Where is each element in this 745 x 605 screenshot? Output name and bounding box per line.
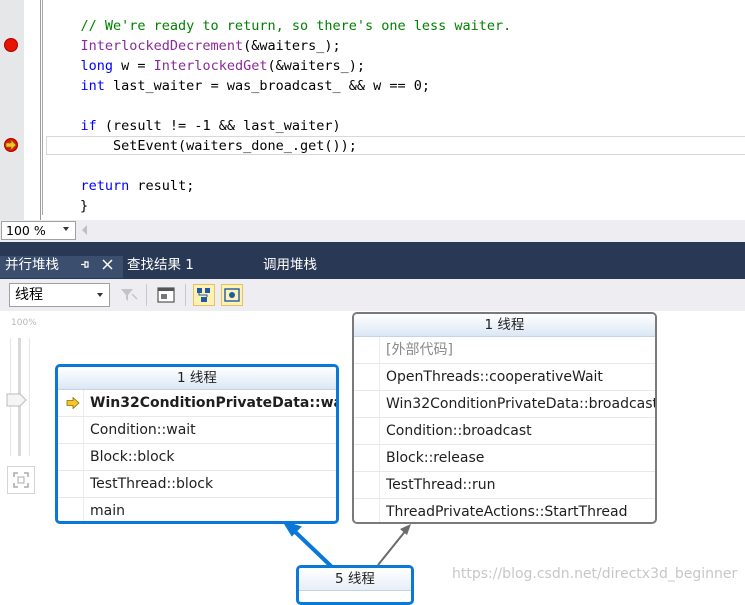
close-icon[interactable] (102, 259, 113, 270)
code-line[interactable]: // We're ready to return, so there's one… (48, 16, 512, 36)
frame-gutter (354, 337, 380, 363)
code-token: int (80, 78, 105, 94)
code-token: } (80, 198, 89, 214)
stack-box-root[interactable]: 5 线程 (296, 565, 414, 605)
stack-frame[interactable]: TestThread::run (354, 472, 655, 499)
code-token: InterlockedDecrement (80, 38, 244, 54)
frame-label: [外部代码] (386, 342, 453, 358)
code-token: (&waiters_); (243, 38, 341, 54)
stack-frame[interactable]: Win32ConditionPrivateData::broadcast (354, 391, 655, 418)
frame-label: Condition::broadcast (386, 423, 532, 439)
frame-label: ThreadPrivateActions::StartThread (386, 504, 628, 520)
frame-gutter (58, 444, 84, 470)
toggle-zoom-control-button[interactable] (221, 284, 243, 306)
frame-label: OpenThreads::cooperativeWait (386, 369, 603, 385)
stack-frame[interactable]: TestThread::block (58, 471, 336, 498)
stack-frame[interactable]: [外部代码] (354, 337, 655, 364)
stack-frame[interactable]: Block::block (58, 444, 336, 471)
stack-header: 1 线程 (354, 314, 655, 337)
stack-frame[interactable]: Block::release (354, 445, 655, 472)
stack-frame[interactable]: main (58, 498, 336, 521)
frame-label: Win32ConditionPrivateData::wait (90, 395, 339, 411)
chevron-down-icon[interactable] (97, 293, 103, 297)
toggle-method-view-icon[interactable] (119, 286, 139, 304)
stack-frame[interactable]: Condition::wait (58, 417, 336, 444)
frame-label: TestThread::block (90, 476, 214, 492)
code-token: InterlockedGet (153, 58, 268, 74)
code-line[interactable]: InterlockedDecrement(&waiters_); (48, 36, 341, 56)
code-token: (result != -1 && last_waiter) (96, 118, 341, 134)
breakpoint-gutter[interactable] (0, 0, 24, 220)
frame-label: Block::release (386, 450, 485, 466)
frame-gutter (354, 445, 380, 471)
code-line[interactable]: int last_waiter = was_broadcast_ && w ==… (48, 76, 431, 96)
stack-frame[interactable]: ThreadPrivateActions::StartThread (354, 499, 655, 522)
code-line[interactable]: return result; (48, 176, 195, 196)
code-token: result; (129, 178, 195, 194)
editor-zoom-bar (0, 220, 745, 242)
code-token: last_waiter = was_broadcast_ && w == 0; (104, 78, 431, 94)
current-frame-arrow-icon (66, 397, 80, 409)
frame-gutter (354, 418, 380, 444)
pin-icon[interactable] (79, 259, 90, 270)
show-external-code-icon[interactable] (156, 285, 176, 305)
tab-find-results[interactable]: 查找结果 1 (127, 256, 194, 274)
parallel-stacks-toolbar (0, 279, 745, 311)
view-mode-select[interactable]: 线程 (9, 283, 110, 307)
instruction-pointer-icon (5, 140, 17, 150)
code-token: if (80, 118, 97, 134)
auto-scroll-button[interactable] (193, 284, 215, 306)
code-token: long (80, 58, 114, 74)
zoom-control-icon (224, 288, 240, 302)
frame-gutter (354, 472, 380, 498)
frame-label: Condition::wait (90, 422, 196, 438)
code-token: return (80, 178, 130, 194)
code-token: w = (113, 58, 154, 74)
auto-scroll-icon (197, 288, 210, 302)
chevron-down-icon[interactable] (63, 227, 69, 231)
code-line[interactable]: SetEvent(waiters_done_.get()); (48, 136, 357, 156)
frame-gutter (58, 417, 84, 443)
stack-header: 1 线程 (58, 367, 336, 390)
frame-gutter (58, 471, 84, 497)
toolbar-separator (146, 284, 147, 306)
frame-gutter (354, 391, 380, 417)
code-line[interactable]: long w = InterlockedGet(&waiters_); (48, 56, 366, 76)
stack-frame[interactable]: Win32ConditionPrivateData::wait (58, 390, 336, 417)
tab-call-stack[interactable]: 调用堆栈 (263, 256, 317, 274)
frame-gutter (58, 498, 84, 521)
stack-frame[interactable]: OpenThreads::cooperativeWait (354, 364, 655, 391)
breakpoint-icon[interactable] (4, 38, 18, 52)
stack-box-current-thread[interactable]: 1 线程 Win32ConditionPrivateData::wait Con… (55, 364, 339, 524)
gutter-separator (40, 0, 41, 220)
frame-label: main (90, 503, 125, 519)
watermark-text: https://blog.csdn.net/directx3d_beginner (452, 566, 738, 582)
frame-label: Block::block (90, 449, 175, 465)
frame-label: TestThread::run (386, 477, 496, 493)
frame-gutter (354, 364, 380, 390)
toolbar-separator (185, 284, 186, 306)
code-token: SetEvent(waiters_done_.get()); (48, 138, 357, 154)
scroll-left-icon[interactable] (82, 225, 87, 235)
code-token: // We're ready to return, so there's one… (48, 18, 512, 34)
stack-box-other-thread[interactable]: 1 线程 [外部代码] OpenThreads::cooperativeWait… (352, 312, 657, 524)
tab-parallel-stacks[interactable]: 并行堆栈 (5, 256, 59, 274)
stack-frame[interactable]: Condition::broadcast (354, 418, 655, 445)
code-token: (&waiters_); (267, 58, 366, 74)
outline-fold-line (42, 0, 43, 215)
frame-label: Win32ConditionPrivateData::broadcast (386, 396, 657, 412)
code-line[interactable]: } (80, 196, 88, 216)
code-line[interactable]: if (result != -1 && last_waiter) (48, 116, 341, 136)
frame-gutter (354, 499, 380, 522)
stack-header: 5 线程 (299, 568, 411, 591)
code-editor[interactable]: // We're ready to return, so there's one… (0, 0, 745, 220)
